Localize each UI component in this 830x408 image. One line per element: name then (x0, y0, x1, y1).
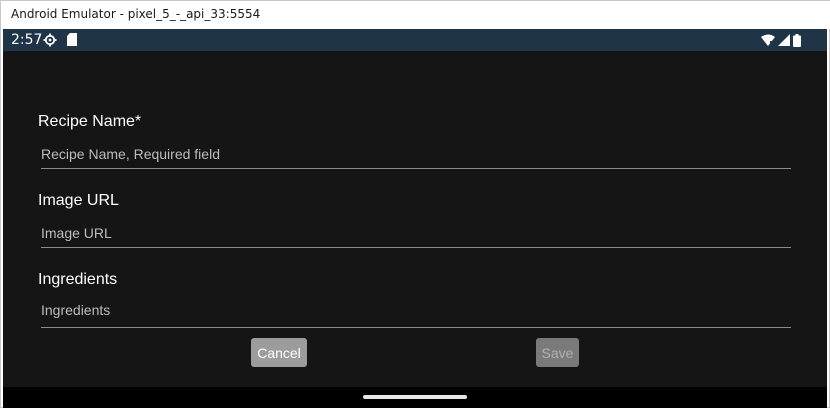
window-title: Android Emulator - pixel_5_-_api_33:5554 (11, 7, 261, 21)
image-url-input[interactable] (41, 218, 791, 248)
recipe-name-label: Recipe Name* (38, 113, 142, 130)
device-screen: 2:57 Recipe Name* Recipe Name, Required … (3, 29, 827, 408)
window-titlebar[interactable]: Android Emulator - pixel_5_-_api_33:5554 (1, 1, 830, 29)
cancel-button[interactable]: Cancel (251, 338, 307, 367)
sd-card-icon (67, 33, 77, 46)
image-url-label: Image URL (38, 192, 119, 209)
navigation-bar (3, 387, 827, 408)
status-right-icons (761, 33, 801, 47)
ingredients-input[interactable] (41, 293, 791, 328)
ingredients-label: Ingredients (38, 271, 118, 288)
status-bar: 2:57 (3, 29, 827, 51)
home-gesture-handle[interactable] (363, 395, 467, 399)
settings-gear-icon (43, 33, 57, 47)
recipe-name-input[interactable] (41, 139, 791, 169)
wifi-icon (761, 34, 775, 46)
status-time: 2:57 (11, 32, 43, 48)
battery-icon (793, 33, 801, 47)
emulator-window: Android Emulator - pixel_5_-_api_33:5554… (0, 0, 830, 408)
save-button[interactable]: Save (536, 338, 579, 367)
signal-icon (778, 34, 790, 46)
recipe-form: Recipe Name* Image URL Ingredients Cance… (3, 51, 827, 387)
